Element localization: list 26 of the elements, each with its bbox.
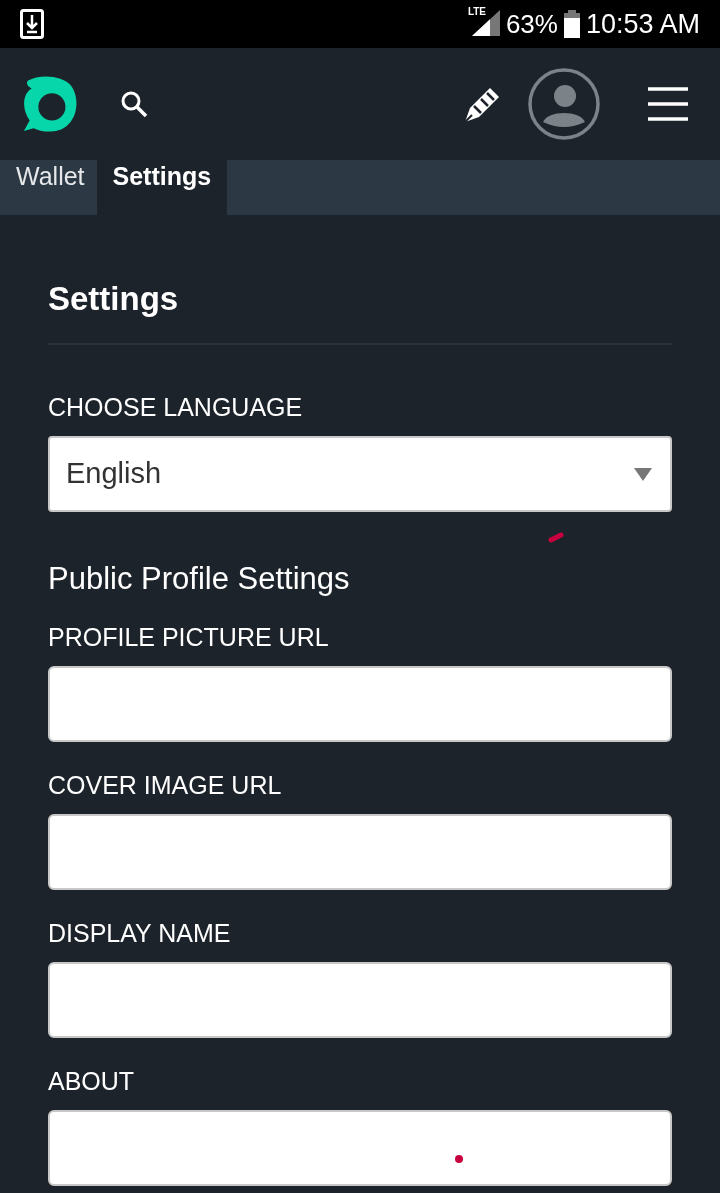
field-label: PROFILE PICTURE URL bbox=[48, 623, 330, 651]
tab[interactable]: Settings bbox=[96, 160, 228, 215]
language-select[interactable]: English bbox=[48, 436, 672, 512]
avatar-icon[interactable] bbox=[528, 68, 600, 140]
pen-icon[interactable] bbox=[464, 85, 502, 123]
search-icon[interactable] bbox=[120, 90, 148, 118]
dot-mark-icon bbox=[455, 1155, 463, 1163]
field-label: ABOUT bbox=[48, 1067, 136, 1095]
battery-icon bbox=[563, 10, 580, 38]
network-type-label: LTE bbox=[467, 6, 487, 18]
input-field[interactable] bbox=[48, 962, 672, 1038]
battery-percentage: 63% bbox=[505, 9, 558, 39]
input-field[interactable] bbox=[48, 666, 672, 742]
caret-icon bbox=[634, 467, 652, 481]
field-label: COVER IMAGE URL bbox=[48, 771, 283, 799]
tab[interactable]: Wallet bbox=[4, 160, 97, 215]
menu-icon[interactable] bbox=[648, 87, 688, 121]
download-icon bbox=[20, 9, 44, 39]
field-label: CHOOSE LANGUAGE bbox=[48, 393, 304, 421]
section-title: Public Profile Settings bbox=[48, 561, 351, 597]
input-field[interactable] bbox=[48, 1110, 672, 1186]
input-field[interactable] bbox=[48, 814, 672, 890]
clock-time: 10:53 AM bbox=[585, 9, 700, 39]
scribble-mark-icon bbox=[548, 532, 564, 543]
page-title: Settings bbox=[48, 279, 180, 319]
field-label: DISPLAY NAME bbox=[48, 919, 232, 947]
